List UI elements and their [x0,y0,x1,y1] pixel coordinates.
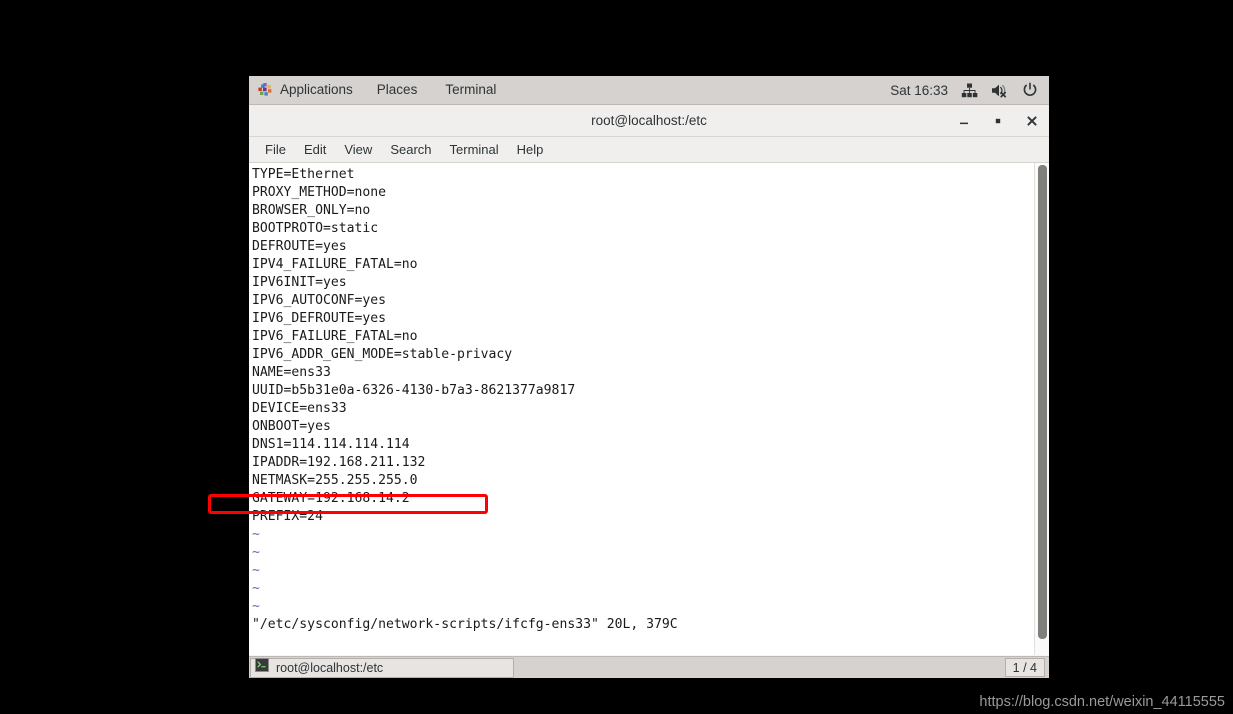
terminal-line: BROWSER_ONLY=no [252,202,1031,220]
vim-status-line: "/etc/sysconfig/network-scripts/ifcfg-en… [252,616,1031,634]
taskbar-window-label: root@localhost:/etc [276,661,383,675]
terminal-line: ONBOOT=yes [252,418,1031,436]
vim-editor-text: TYPE=EthernetPROXY_METHOD=noneBROWSER_ON… [252,166,1031,634]
desktop-background: Applications Places Terminal Sat 16:33 [0,0,1233,714]
vm-session: Applications Places Terminal Sat 16:33 [249,76,1049,678]
panel-status-area: Sat 16:33 [890,82,1049,98]
menu-terminal[interactable]: Terminal [441,137,508,162]
vim-empty-line-marker: ~ [252,598,1031,616]
terminal-line: IPV4_FAILURE_FATAL=no [252,256,1031,274]
terminal-line: PREFIX=24 [252,508,1031,526]
menu-file[interactable]: File [256,137,295,162]
terminal-line: IPV6_FAILURE_FATAL=no [252,328,1031,346]
maximize-button[interactable] [989,112,1007,130]
panel-menu-applications[interactable]: Applications [249,76,353,104]
gnome-top-panel: Applications Places Terminal Sat 16:33 [249,76,1049,105]
panel-menu-applications-label: Applications [280,76,353,104]
menu-search[interactable]: Search [381,137,440,162]
taskbar-window-button[interactable]: root@localhost:/etc [250,658,514,678]
vim-empty-line-marker: ~ [252,544,1031,562]
menu-edit[interactable]: Edit [295,137,335,162]
terminal-line: NAME=ens33 [252,364,1031,382]
volume-muted-icon[interactable] [991,83,1009,98]
window-title: root@localhost:/etc [591,113,707,128]
workspace-switcher[interactable]: 1 / 4 [1005,658,1045,677]
terminal-scrollbar-thumb[interactable] [1038,165,1047,639]
vim-empty-line-marker: ~ [252,562,1031,580]
gnome-bottom-taskbar: root@localhost:/etc 1 / 4 [249,656,1049,678]
minimize-button[interactable] [955,112,973,130]
terminal-line: IPV6INIT=yes [252,274,1031,292]
panel-clock[interactable]: Sat 16:33 [890,83,948,98]
terminal-line: IPV6_ADDR_GEN_MODE=stable-privacy [252,346,1031,364]
terminal-line: IPV6_AUTOCONF=yes [252,292,1031,310]
power-icon[interactable] [1022,82,1038,98]
network-icon[interactable] [961,83,978,98]
menu-view[interactable]: View [335,137,381,162]
terminal-scrollbar[interactable] [1034,163,1049,655]
close-button[interactable] [1023,112,1041,130]
terminal-line: IPADDR=192.168.211.132 [252,454,1031,472]
terminal-icon [255,658,269,677]
watermark: https://blog.csdn.net/weixin_44115555 [979,694,1225,710]
window-titlebar[interactable]: root@localhost:/etc [249,105,1049,137]
menu-help[interactable]: Help [508,137,553,162]
terminal-line: DEVICE=ens33 [252,400,1031,418]
vim-empty-line-marker: ~ [252,526,1031,544]
terminal-line: UUID=b5b31e0a-6326-4130-b7a3-8621377a981… [252,382,1031,400]
terminal-line: TYPE=Ethernet [252,166,1031,184]
terminal-window: root@localhost:/etc [249,105,1049,656]
applications-pinwheel-icon [257,82,273,98]
terminal-line: BOOTPROTO=static [252,220,1031,238]
terminal-line: DNS1=114.114.114.114 [252,436,1031,454]
panel-menu-places[interactable]: Places [367,76,428,104]
vim-empty-line-marker: ~ [252,580,1031,598]
terminal-line: IPV6_DEFROUTE=yes [252,310,1031,328]
terminal-content-area[interactable]: TYPE=EthernetPROXY_METHOD=noneBROWSER_ON… [249,163,1049,655]
terminal-line: PROXY_METHOD=none [252,184,1031,202]
terminal-line: GATEWAY=192.168.14.2 [252,490,1031,508]
terminal-line: NETMASK=255.255.255.0 [252,472,1031,490]
terminal-line: DEFROUTE=yes [252,238,1031,256]
panel-menu-terminal[interactable]: Terminal [435,76,506,104]
window-controls [955,105,1041,136]
terminal-menubar: File Edit View Search Terminal Help [249,137,1049,163]
